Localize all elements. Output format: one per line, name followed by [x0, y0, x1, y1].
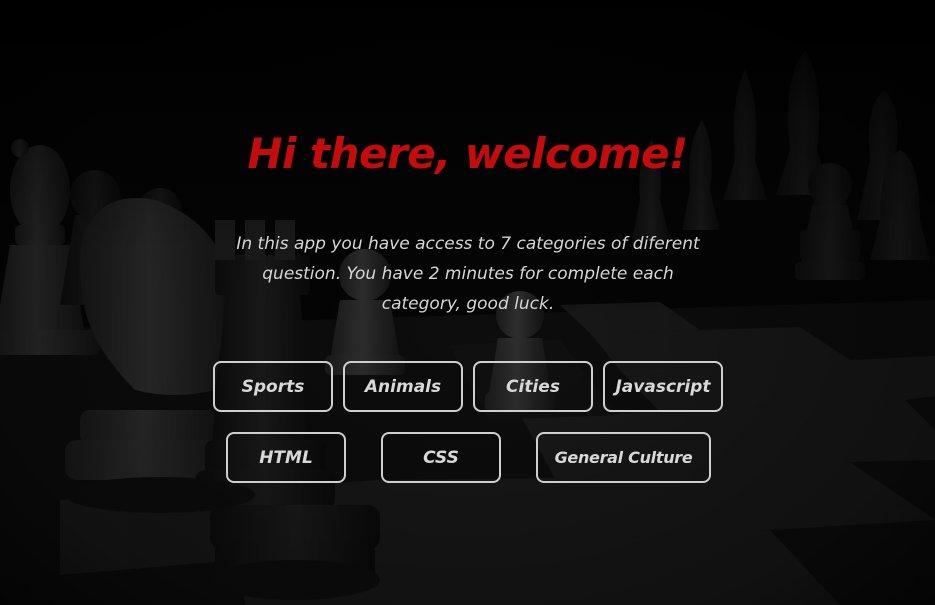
intro-line-2: question. You have 2 minutes for complet…: [262, 264, 674, 284]
category-button-general-culture[interactable]: General Culture: [536, 432, 711, 483]
category-button-html[interactable]: HTML: [226, 432, 346, 483]
intro-text: In this app you have access to 7 categor…: [218, 229, 718, 319]
intro-line-3: category, good luck.: [381, 294, 555, 314]
category-button-javascript[interactable]: Javascript: [603, 361, 723, 412]
welcome-section: Hi there, welcome! In this app you have …: [0, 0, 935, 605]
welcome-title: Hi there, welcome!: [247, 129, 688, 178]
category-button-cities[interactable]: Cities: [473, 361, 593, 412]
category-button-css[interactable]: CSS: [381, 432, 501, 483]
category-button-sports[interactable]: Sports: [213, 361, 333, 412]
intro-line-1: In this app you have access to 7 categor…: [236, 234, 700, 254]
category-button-animals[interactable]: Animals: [343, 361, 463, 412]
